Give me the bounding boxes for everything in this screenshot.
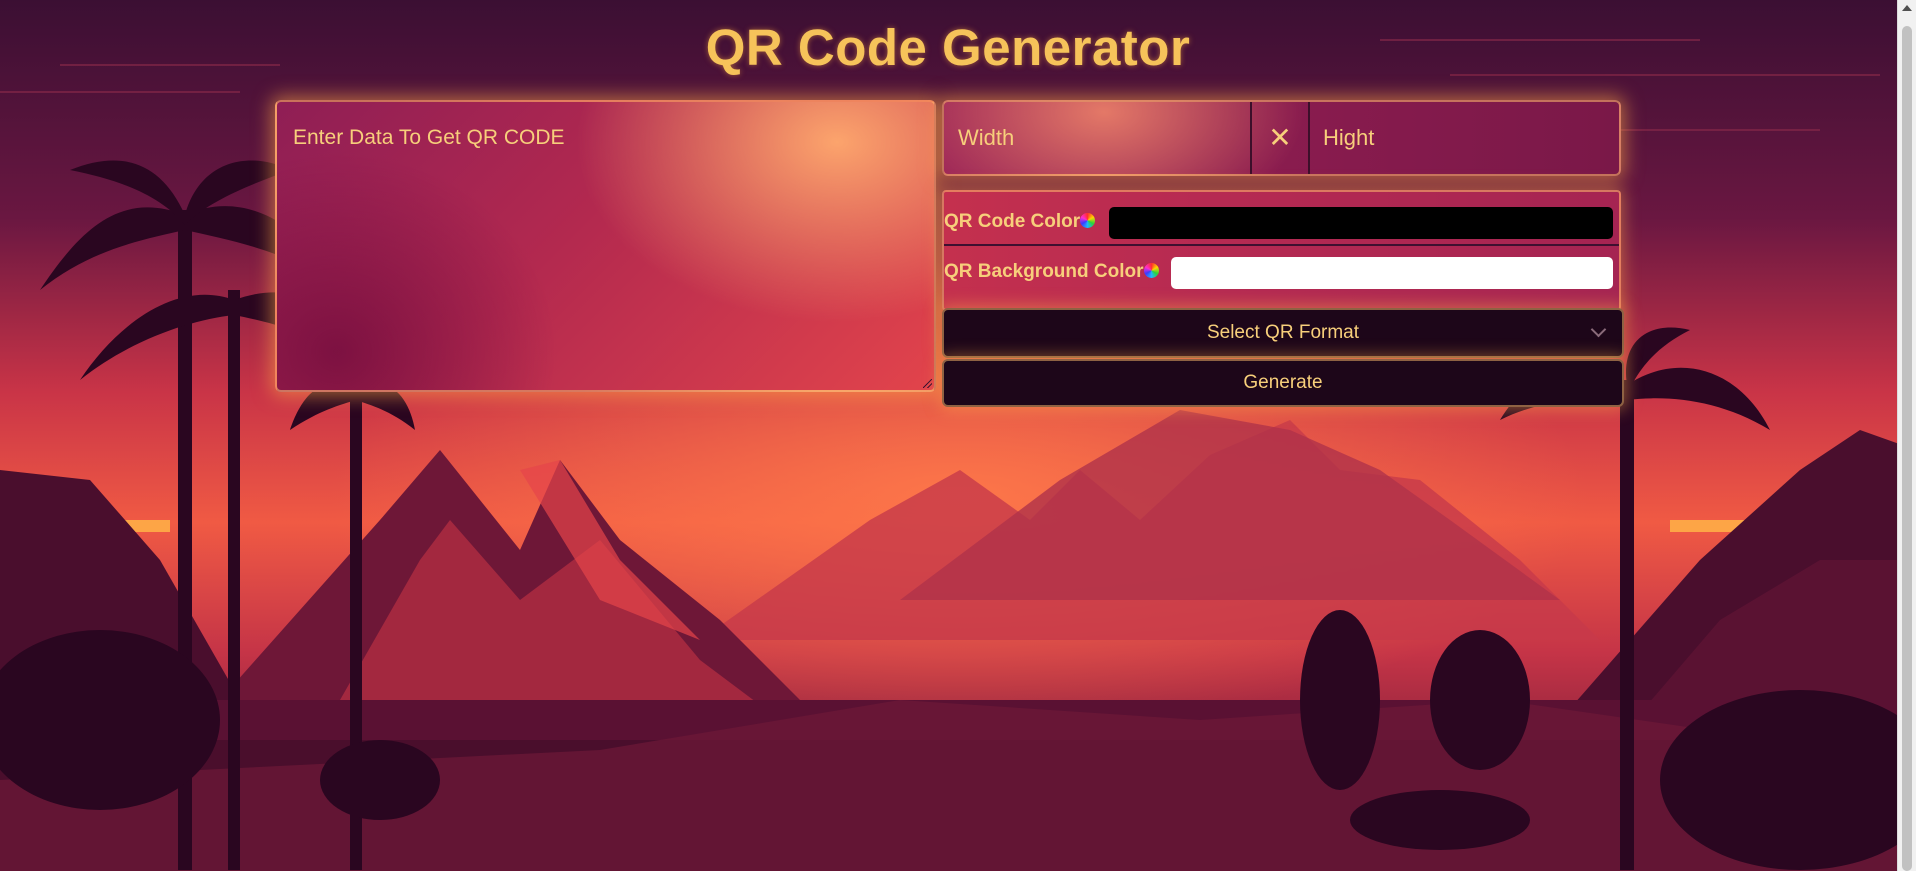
width-input[interactable] (944, 102, 1250, 174)
color-wheel-icon (1080, 212, 1096, 228)
chevron-down-icon (1590, 321, 1607, 338)
qr-bg-color-picker[interactable] (1171, 257, 1613, 289)
scroll-up-arrow-icon[interactable] (1902, 5, 1912, 11)
size-row: ✕ (942, 100, 1621, 176)
vertical-scrollbar[interactable] (1897, 0, 1916, 871)
scrollbar-thumb[interactable] (1902, 26, 1912, 871)
color-wheel-icon (1143, 262, 1159, 278)
qr-format-select-label: Select QR Format (1206, 322, 1360, 343)
qr-color-label-text: QR Code Color (944, 211, 1081, 232)
qr-format-select[interactable]: Select QR Format (942, 308, 1624, 358)
height-input[interactable] (1309, 102, 1615, 174)
data-input[interactable] (291, 124, 920, 376)
times-icon: ✕ (1268, 121, 1292, 154)
qr-bg-color-label: QR Background Color (944, 250, 1159, 294)
qr-bg-color-label-text: QR Background Color (944, 261, 1144, 282)
qr-bg-color-row: QR Background Color (944, 250, 1619, 294)
qr-color-picker[interactable] (1109, 207, 1613, 239)
generate-button[interactable]: Generate (942, 359, 1624, 407)
data-textarea-container (275, 100, 936, 392)
color-settings: QR Code Color QR Background Color (942, 190, 1621, 311)
qr-color-row: QR Code Color (944, 200, 1619, 246)
resize-handle-icon[interactable] (923, 379, 932, 388)
page-title: QR Code Generator (705, 19, 1191, 76)
qr-color-label: QR Code Color (944, 200, 1096, 244)
